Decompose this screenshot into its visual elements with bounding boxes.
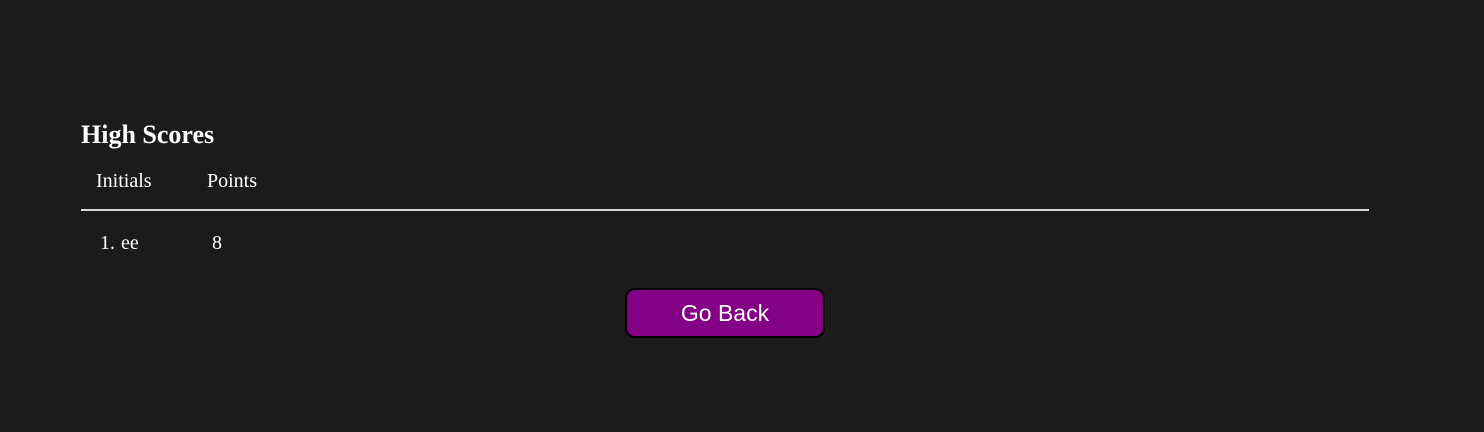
page-title: High Scores xyxy=(81,120,215,149)
score-points: 8 xyxy=(212,232,222,254)
high-scores-page: High Scores Initials Points 1. ee 8 Go B… xyxy=(0,0,1484,432)
initials-column-header: Initials xyxy=(96,170,152,192)
score-row: 1. ee 8 xyxy=(81,231,1369,255)
score-list: 1. ee 8 xyxy=(81,211,1369,267)
score-initials: ee xyxy=(121,232,139,254)
high-scores-section: High Scores Initials Points 1. ee 8 xyxy=(81,118,1369,267)
score-table-header: Initials Points xyxy=(81,170,1369,211)
go-back-button[interactable]: Go Back xyxy=(625,288,825,338)
points-column-header: Points xyxy=(207,170,258,192)
score-rank: 1. xyxy=(100,232,115,254)
